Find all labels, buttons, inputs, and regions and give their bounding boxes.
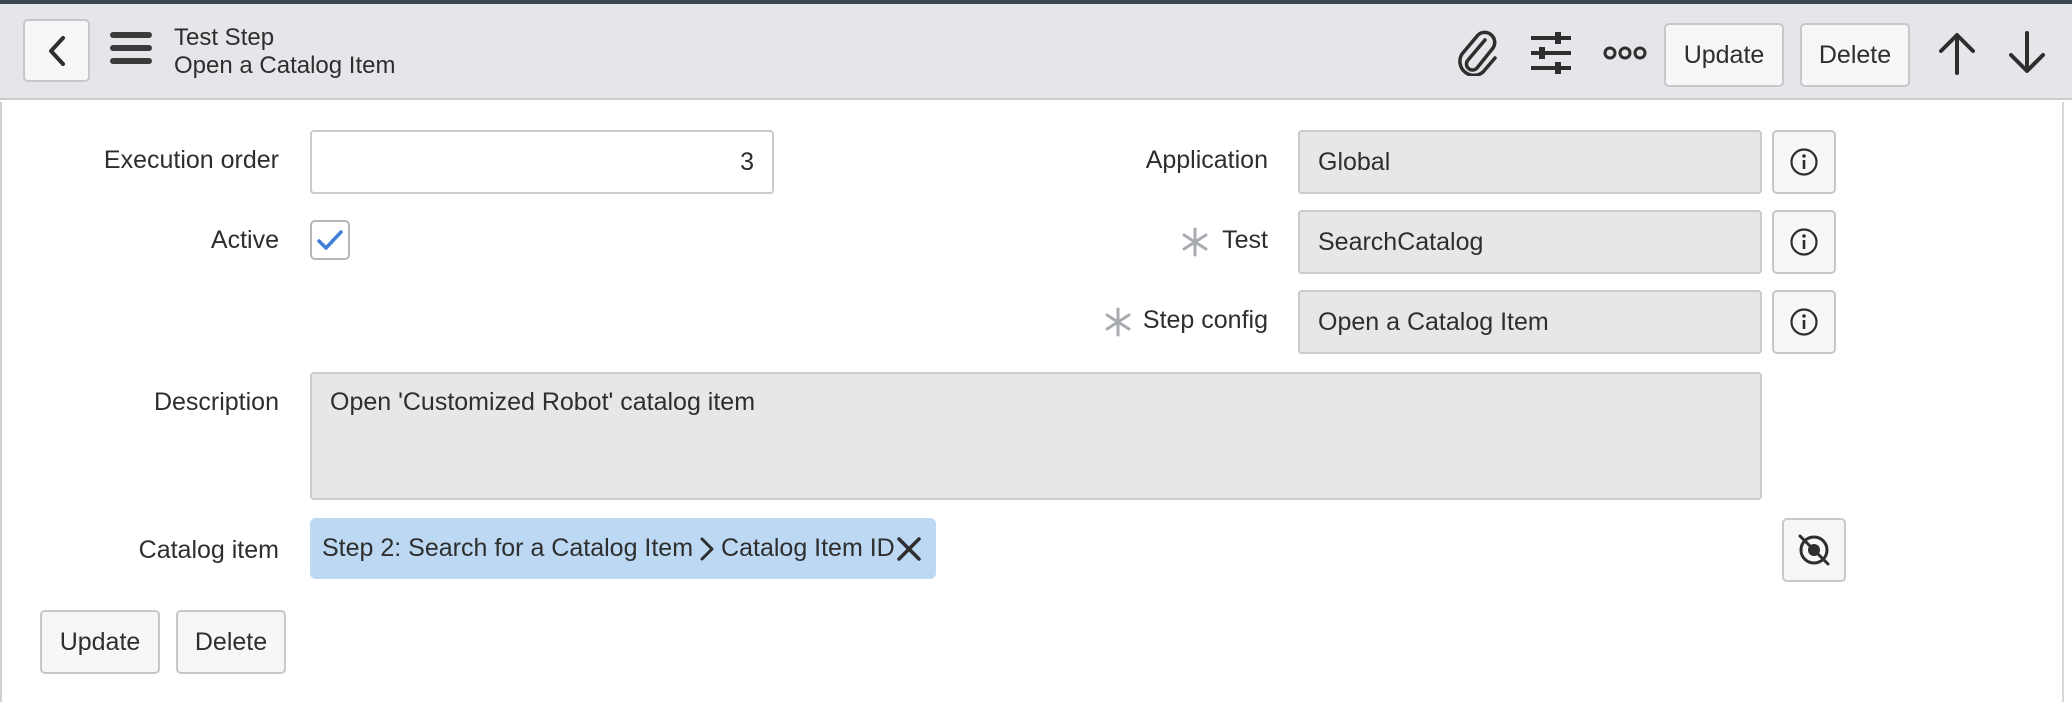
- info-icon: [1790, 308, 1818, 336]
- catalog-item-label: Catalog item: [138, 536, 279, 564]
- sliders-icon[interactable]: [1526, 28, 1576, 78]
- required-asterisk-icon: [1105, 307, 1131, 337]
- application-field: Global: [1298, 130, 1762, 194]
- scrollbar[interactable]: [2062, 102, 2072, 702]
- content-left-edge: [0, 102, 2, 702]
- update-button-bottom[interactable]: Update: [40, 610, 160, 674]
- data-pill-picker-button[interactable]: [1782, 518, 1846, 582]
- catalog-item-step-ref: Step 2: Search for a Catalog Item: [322, 534, 694, 562]
- step-config-label: Step config: [1142, 306, 1268, 334]
- more-icon[interactable]: [1600, 28, 1650, 78]
- active-label: Active: [210, 226, 279, 254]
- info-icon: [1790, 228, 1818, 256]
- delete-button[interactable]: Delete: [1800, 23, 1910, 87]
- back-button[interactable]: [23, 19, 90, 82]
- test-info-button[interactable]: [1772, 210, 1836, 274]
- test-label: Test: [1222, 226, 1268, 254]
- chevron-right-icon: [693, 536, 721, 562]
- data-pill-picker-icon: [1798, 534, 1830, 566]
- remove-pill-icon[interactable]: [892, 532, 926, 566]
- execution-order-label: Execution order: [103, 146, 279, 174]
- form-header: Test Step Open a Catalog Item Update Del…: [0, 4, 2072, 100]
- test-field: SearchCatalog: [1298, 210, 1762, 274]
- record-type-label: Test Step: [174, 24, 275, 51]
- record-title: Test Step Open a Catalog Item: [174, 24, 395, 80]
- catalog-item-field-ref: Catalog Item ID: [721, 534, 895, 562]
- hamburger-icon[interactable]: [110, 32, 152, 70]
- step-config-field: Open a Catalog Item: [1298, 290, 1762, 354]
- record-name-label: Open a Catalog Item: [174, 52, 396, 79]
- info-icon: [1790, 148, 1818, 176]
- description-label: Description: [153, 388, 279, 416]
- arrow-down-icon[interactable]: [2002, 28, 2052, 78]
- catalog-item-pill[interactable]: Step 2: Search for a Catalog Item Catalo…: [310, 518, 936, 579]
- step-config-info-button[interactable]: [1772, 290, 1836, 354]
- checkmark-icon: [317, 230, 343, 250]
- description-textarea[interactable]: Open 'Customized Robot' catalog item: [310, 372, 1762, 500]
- update-button[interactable]: Update: [1664, 23, 1784, 87]
- active-checkbox[interactable]: [310, 220, 350, 260]
- delete-button-bottom[interactable]: Delete: [176, 610, 286, 674]
- application-label: Application: [1145, 146, 1268, 174]
- execution-order-input[interactable]: 3: [310, 130, 774, 194]
- paperclip-icon[interactable]: [1452, 28, 1502, 78]
- required-asterisk-icon: [1182, 227, 1208, 257]
- application-info-button[interactable]: [1772, 130, 1836, 194]
- back-icon: [48, 35, 65, 66]
- arrow-up-icon[interactable]: [1932, 28, 1982, 78]
